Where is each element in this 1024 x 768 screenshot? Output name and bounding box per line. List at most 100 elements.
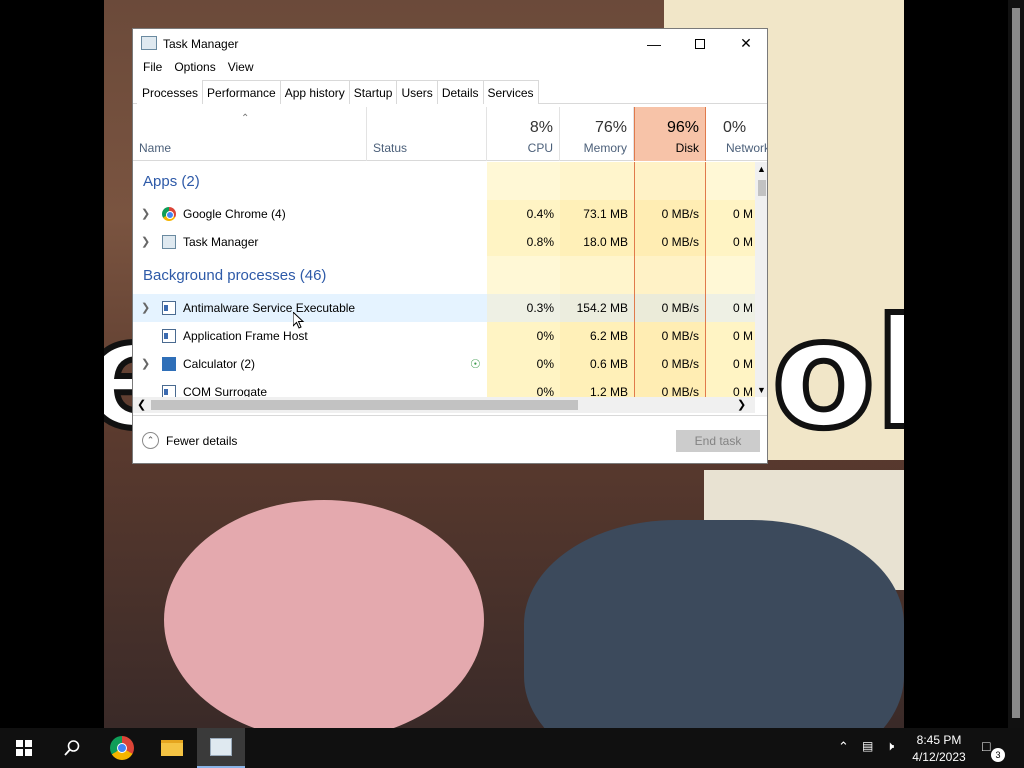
close-button[interactable]: ✕ xyxy=(723,29,767,58)
network-band xyxy=(706,162,755,200)
tab-users[interactable]: Users xyxy=(396,80,438,104)
clock-time[interactable]: 8:45 PM xyxy=(915,733,963,747)
fewer-details-link[interactable]: Fewer details xyxy=(166,434,237,448)
process-list: Apps (2) ❯ Google Chrome (4) 0.4% 73.1 M… xyxy=(133,162,755,402)
process-name: Antimalware Service Executable xyxy=(183,301,356,315)
process-cpu: 0% xyxy=(487,322,560,350)
process-disk: 0 MB/s xyxy=(634,294,706,322)
vertical-scroll-thumb[interactable] xyxy=(758,180,766,196)
disk-total: 96% xyxy=(666,119,699,136)
network-total: 0% xyxy=(723,119,747,136)
chevron-right-icon[interactable]: ❯ xyxy=(141,294,150,322)
network-icon[interactable]: ▤ xyxy=(862,739,878,753)
process-grid: ⌃ Name Status 8% CPU 76% Memory 96% Disk… xyxy=(133,107,768,402)
column-cpu-label: CPU xyxy=(527,141,553,155)
network-band xyxy=(706,256,755,294)
process-disk: 0 MB/s xyxy=(634,322,706,350)
group-header-background[interactable]: Background processes (46) xyxy=(133,256,755,294)
process-row[interactable]: Application Frame Host 0% 6.2 MB 0 MB/s … xyxy=(133,322,755,350)
column-header-row: ⌃ Name Status 8% CPU 76% Memory 96% Disk… xyxy=(133,107,768,161)
minimize-button[interactable]: — xyxy=(631,29,677,58)
tab-details[interactable]: Details xyxy=(436,80,484,104)
column-disk[interactable]: 96% Disk xyxy=(634,107,706,161)
column-disk-label: Disk xyxy=(675,141,699,155)
process-row[interactable]: ❯ Task Manager 0.8% 18.0 MB 0 MB/s 0 M xyxy=(133,228,755,256)
sort-up-icon: ⌃ xyxy=(241,113,250,124)
chevron-right-icon[interactable]: ❯ xyxy=(141,350,150,378)
column-status[interactable]: Status xyxy=(367,107,487,161)
volume-icon[interactable]: 🕨 xyxy=(886,738,894,754)
minimize-icon: — xyxy=(647,35,661,52)
folder-icon xyxy=(161,740,183,756)
column-network-label: Network xyxy=(726,141,768,155)
search-icon xyxy=(64,740,80,756)
process-disk: 0 MB/s xyxy=(634,228,706,256)
tab-performance[interactable]: Performance xyxy=(202,80,281,104)
vertical-scrollbar[interactable]: ▲ ▼ xyxy=(755,162,767,397)
task-manager-icon xyxy=(210,738,232,756)
process-network: 0 M xyxy=(706,350,755,378)
tab-processes[interactable]: Processes xyxy=(137,80,204,104)
process-memory: 73.1 MB xyxy=(560,200,634,228)
menu-view[interactable]: View xyxy=(224,58,258,78)
tab-startup[interactable]: Startup xyxy=(348,80,398,104)
scroll-right-icon[interactable]: ❯ xyxy=(737,398,746,411)
cpu-band xyxy=(487,162,560,200)
process-row[interactable]: ❯ Antimalware Service Executable 0.3% 15… xyxy=(133,294,755,322)
end-task-button[interactable]: End task xyxy=(676,430,760,452)
tab-strip: Processes Performance App history Startu… xyxy=(133,80,767,104)
column-name[interactable]: ⌃ Name xyxy=(133,107,367,161)
desktop-scrollbar-thumb[interactable] xyxy=(1012,8,1020,718)
process-disk: 0 MB/s xyxy=(634,200,706,228)
chevron-right-icon[interactable]: ❯ xyxy=(141,228,150,256)
horizontal-scroll-thumb[interactable] xyxy=(151,400,578,410)
desktop-scrollbar[interactable] xyxy=(1008,0,1024,728)
disk-band xyxy=(634,162,706,200)
column-memory[interactable]: 76% Memory xyxy=(560,107,634,161)
tab-app-history[interactable]: App history xyxy=(279,80,350,104)
chevron-up-circle-icon[interactable]: ⌃ xyxy=(142,432,159,449)
process-name: Application Frame Host xyxy=(183,329,308,343)
column-network[interactable]: 0% Network xyxy=(706,107,768,161)
taskbar: ⌃ ▤ 🕨 8:45 PM 4/12/2023 □ 3 xyxy=(0,728,1024,768)
menu-file[interactable]: File xyxy=(139,58,166,78)
process-disk: 0 MB/s xyxy=(634,350,706,378)
cpu-band xyxy=(487,256,560,294)
process-cpu: 0% xyxy=(487,350,560,378)
menu-options[interactable]: Options xyxy=(170,58,219,78)
group-header-apps[interactable]: Apps (2) xyxy=(133,162,755,200)
process-memory: 0.6 MB xyxy=(560,350,634,378)
maximize-button[interactable] xyxy=(677,29,723,58)
clock-date[interactable]: 4/12/2023 xyxy=(910,750,968,764)
notification-count-badge: 3 xyxy=(991,748,1005,762)
process-network: 0 M xyxy=(706,228,755,256)
memory-band xyxy=(560,256,634,294)
title-bar[interactable]: Task Manager — ✕ xyxy=(133,29,767,58)
process-row[interactable]: ❯ Calculator (2) ☉ 0% 0.6 MB 0 MB/s 0 M xyxy=(133,350,755,378)
chrome-icon xyxy=(110,736,134,760)
tab-services[interactable]: Services xyxy=(482,80,539,104)
column-cpu[interactable]: 8% CPU xyxy=(487,107,560,161)
chevron-right-icon[interactable]: ❯ xyxy=(141,200,150,228)
search-button[interactable] xyxy=(48,728,96,768)
taskbar-task-manager[interactable] xyxy=(197,728,245,768)
windows-logo-icon xyxy=(16,740,32,756)
group-title: Apps (2) xyxy=(143,173,200,190)
process-row[interactable]: ❯ Google Chrome (4) 0.4% 73.1 MB 0 MB/s … xyxy=(133,200,755,228)
process-network: 0 M xyxy=(706,322,755,350)
app-icon xyxy=(162,301,176,315)
wallpaper-shape xyxy=(524,520,904,728)
chevron-up-icon[interactable]: ⌃ xyxy=(838,739,849,755)
scroll-left-icon[interactable]: ❮ xyxy=(137,398,146,411)
group-title: Background processes (46) xyxy=(143,267,327,284)
column-status-label: Status xyxy=(373,141,408,155)
wallpaper-shape xyxy=(164,500,484,728)
task-manager-icon xyxy=(162,235,176,249)
start-button[interactable] xyxy=(0,728,48,768)
scroll-down-icon[interactable]: ▼ xyxy=(757,385,766,395)
taskbar-chrome[interactable] xyxy=(98,728,146,768)
scroll-up-icon[interactable]: ▲ xyxy=(757,164,766,174)
taskbar-file-explorer[interactable] xyxy=(148,728,196,768)
process-network: 0 M xyxy=(706,294,755,322)
horizontal-scrollbar[interactable]: ❮ ❯ xyxy=(133,397,755,413)
